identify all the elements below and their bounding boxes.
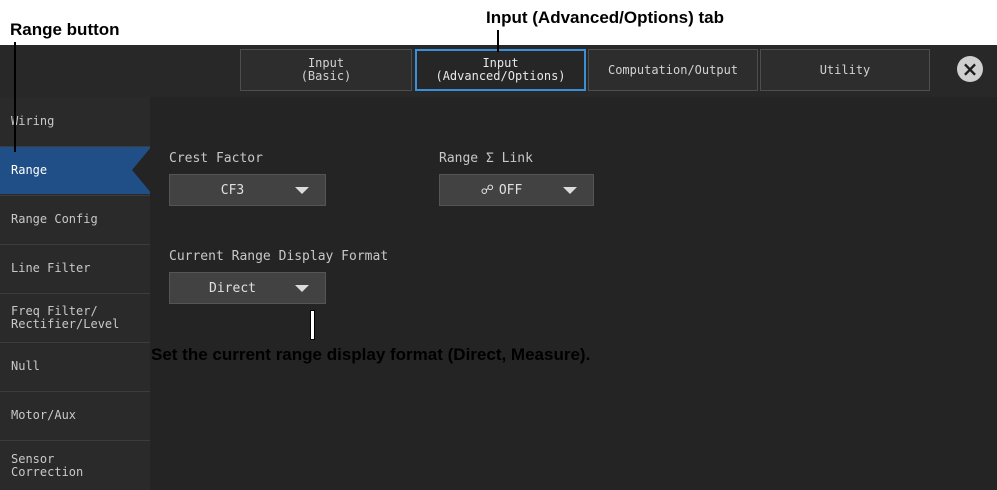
- sidebar-item-label-line2: Correction: [11, 464, 84, 479]
- tab-input-advanced-options[interactable]: Input (Advanced/Options): [415, 49, 586, 91]
- sidebar-item-label-line1: Freq Filter/: [11, 303, 98, 318]
- display-format-value: Direct: [209, 280, 256, 296]
- advanced-tab-callout: Input (Advanced/Options) tab: [486, 8, 724, 27]
- sidebar-item-freq-filter[interactable]: Freq Filter/ Rectifier/Level: [0, 293, 150, 341]
- sidebar-item-label: Range Config: [11, 212, 98, 226]
- display-format-dropdown[interactable]: Direct: [169, 272, 326, 304]
- tab-label: Computation/Output: [607, 62, 739, 77]
- sidebar-item-label: Wiring: [11, 113, 55, 128]
- chevron-down-icon: [295, 186, 309, 194]
- display-format-callout: Set the current range display format (Di…: [151, 345, 591, 364]
- tab-label-line2: (Basic): [300, 69, 352, 83]
- sidebar-item-range-config[interactable]: Range Config: [0, 195, 150, 243]
- crest-factor-dropdown[interactable]: CF3: [169, 174, 326, 206]
- crest-factor-value: CF3: [220, 182, 245, 198]
- sidebar-item-label: Null: [11, 359, 40, 373]
- tab-label-line2: (Advanced/Options): [435, 69, 566, 83]
- active-indicator-arrow: [132, 146, 152, 194]
- display-format-pointer: [310, 310, 315, 340]
- main-panel: Crest Factor CF3 Range Σ Link ☍ OFF Curre…: [150, 97, 997, 490]
- range-link-value: OFF: [498, 182, 523, 198]
- sidebar-item-null[interactable]: Null: [0, 342, 150, 390]
- range-link-dropdown[interactable]: ☍ OFF: [439, 174, 594, 206]
- sidebar-item-label: Range: [11, 163, 48, 177]
- link-off-icon: ☍: [480, 182, 494, 198]
- sidebar-item-label: Line Filter: [11, 261, 91, 275]
- range-button-pointer: [14, 42, 16, 152]
- sidebar-item-line-filter[interactable]: Line Filter: [0, 244, 150, 292]
- tab-utility[interactable]: Utility: [760, 49, 930, 91]
- close-icon[interactable]: ×: [957, 56, 983, 82]
- range-link-value-wrap: ☍ OFF: [440, 183, 563, 198]
- sidebar-item-motor-aux[interactable]: Motor/Aux: [0, 391, 150, 439]
- tab-computation-output[interactable]: Computation/Output: [588, 49, 758, 91]
- screen: Input (Basic) Input (Advanced/Options) C…: [0, 45, 997, 490]
- chevron-down-icon: [563, 186, 577, 194]
- sidebar-item-wiring[interactable]: Wiring: [0, 97, 150, 145]
- chevron-down-icon: [295, 284, 309, 292]
- sidebar-item-sensor-correction[interactable]: Sensor Correction: [0, 440, 150, 490]
- sidebar-item-label-line2: Rectifier/Level: [11, 316, 120, 331]
- range-button-callout: Range button: [10, 20, 120, 39]
- crest-factor-label: Crest Factor: [169, 151, 263, 166]
- sidebar-item-label-line1: Sensor: [11, 451, 55, 466]
- sidebar-item-label: Motor/Aux: [11, 408, 77, 422]
- sidebar-item-range[interactable]: Range: [0, 146, 150, 194]
- range-link-label: Range Σ Link: [439, 151, 533, 166]
- top-tab-bar: Input (Basic) Input (Advanced/Options) C…: [0, 45, 997, 97]
- sidebar: Wiring Range Range Config Line Filter Fr…: [0, 97, 150, 490]
- display-format-label: Current Range Display Format: [169, 249, 389, 264]
- advanced-tab-pointer: [497, 30, 499, 52]
- tab-label: Utility: [819, 62, 871, 77]
- tab-input-basic[interactable]: Input (Basic): [240, 49, 412, 91]
